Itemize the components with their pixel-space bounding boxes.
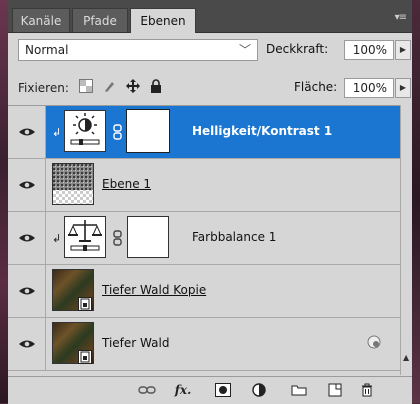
layer-row-tiefer-wald-kopie[interactable]: Tiefer Wald Kopie xyxy=(8,265,400,318)
fill-label: Fläche: xyxy=(294,80,338,94)
fx-icon[interactable]: fx. xyxy=(174,382,192,398)
smart-object-icon xyxy=(78,350,92,364)
lock-move-icon[interactable] xyxy=(126,78,141,99)
tab-channels[interactable]: Kanäle xyxy=(12,8,70,32)
blend-mode-select[interactable]: Normal ﹀ xyxy=(18,39,258,61)
layer-row-color-balance[interactable]: ↲ Farbbalance 1 xyxy=(8,212,400,265)
link-icon[interactable] xyxy=(138,382,156,398)
layer-row-brightness-contrast[interactable]: ↲ Helligkeit/Kontrast 1 xyxy=(8,106,400,159)
lock-paint-icon[interactable] xyxy=(103,79,117,99)
adjustment-icon[interactable] xyxy=(250,382,268,398)
sun-icon xyxy=(64,110,106,152)
opacity-slider-button[interactable]: ▶ xyxy=(395,40,411,60)
layer-row-ebene-1[interactable]: Ebene 1 xyxy=(8,159,400,212)
layer-name[interactable]: Tiefer Wald xyxy=(102,336,169,350)
layer-name[interactable]: Ebene 1 xyxy=(102,177,151,191)
chevron-down-icon: ﹀ xyxy=(238,43,251,57)
visibility-eye-icon[interactable] xyxy=(8,318,46,370)
background-left xyxy=(0,0,8,403)
panel-tab-bar: Kanäle Pfade Ebenen ▾≡ xyxy=(8,0,412,33)
opacity-input[interactable]: 100% xyxy=(344,40,394,60)
scroll-up-arrow-icon[interactable]: ▲ xyxy=(403,353,409,362)
lock-transparency-icon[interactable] xyxy=(78,78,93,99)
clipping-arrow-icon: ↲ xyxy=(52,126,62,139)
blend-mode-value: Normal xyxy=(25,43,69,57)
smart-object-icon xyxy=(78,297,92,311)
layer-list-scrollbar[interactable]: ▲ xyxy=(400,105,412,375)
lock-label: Fixieren: xyxy=(18,81,69,95)
tab-layers[interactable]: Ebenen xyxy=(130,8,196,33)
background-right xyxy=(412,0,420,403)
layer-list: ↲ Helligkeit/Kontrast 1 Ebene 1 ↲ Farbba… xyxy=(8,105,400,376)
lock-all-icon[interactable] xyxy=(150,78,162,99)
layers-footer: fx. xyxy=(8,376,412,404)
fill-input[interactable]: 100% xyxy=(344,78,394,98)
layer-row-tiefer-wald[interactable]: Tiefer Wald xyxy=(8,318,400,371)
trash-icon[interactable] xyxy=(358,382,376,398)
mask-icon[interactable] xyxy=(214,382,232,398)
layer-thumbnail[interactable] xyxy=(52,163,94,205)
mask-link-icon[interactable] xyxy=(113,230,123,246)
layers-panel: Kanäle Pfade Ebenen ▾≡ Normal ﹀ Deckkraf… xyxy=(8,0,412,404)
layer-mask-thumbnail[interactable] xyxy=(127,216,169,258)
panel-menu-icon[interactable]: ▾≡ xyxy=(395,12,407,23)
opacity-label: Deckkraft: xyxy=(266,42,329,56)
visibility-eye-icon[interactable] xyxy=(8,106,46,158)
folder-icon[interactable] xyxy=(290,382,308,398)
scale-icon xyxy=(64,216,106,258)
layer-name[interactable]: Helligkeit/Kontrast 1 xyxy=(192,124,332,138)
new-layer-icon[interactable] xyxy=(326,382,344,398)
mask-link-icon[interactable] xyxy=(113,124,123,140)
tab-paths[interactable]: Pfade xyxy=(72,8,128,32)
layer-name[interactable]: Farbbalance 1 xyxy=(192,230,276,244)
smart-filter-icon[interactable] xyxy=(366,334,382,353)
visibility-eye-icon[interactable] xyxy=(8,212,46,264)
layer-name[interactable]: Tiefer Wald Kopie xyxy=(102,283,206,297)
layer-mask-thumbnail[interactable] xyxy=(126,109,170,153)
fill-slider-button[interactable]: ▶ xyxy=(395,78,411,98)
visibility-eye-icon[interactable] xyxy=(8,265,46,317)
lock-row: Fixieren: xyxy=(18,78,162,98)
visibility-eye-icon[interactable] xyxy=(8,159,46,211)
clipping-arrow-icon: ↲ xyxy=(52,232,62,245)
